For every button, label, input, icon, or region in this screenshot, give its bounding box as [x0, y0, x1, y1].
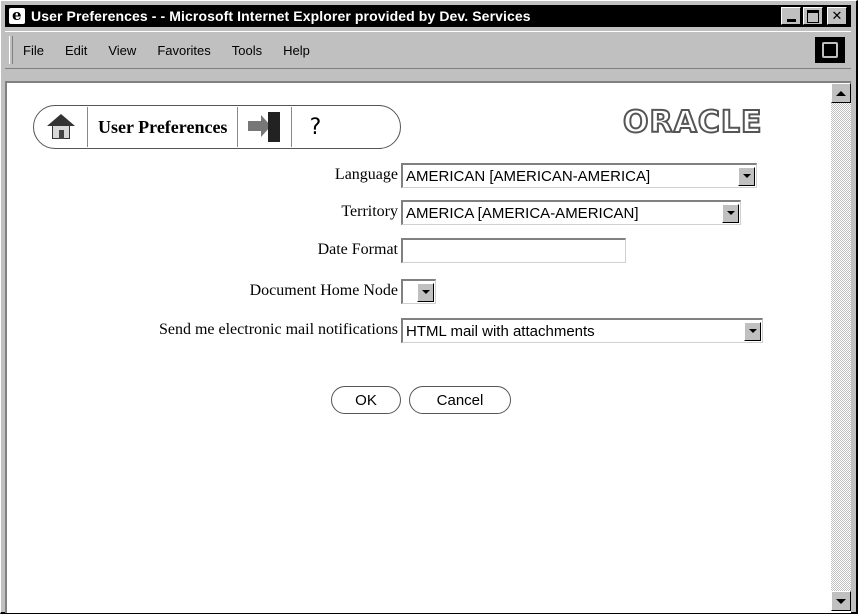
browser-window: User Preferences - - Microsoft Internet … [0, 0, 858, 614]
minimize-button[interactable] [781, 7, 801, 25]
windows-logo-icon [815, 37, 845, 63]
help-button[interactable]: ? [292, 107, 338, 147]
menu-tools[interactable]: Tools [230, 41, 264, 60]
mail-notifications-label: Send me electronic mail notifications [158, 321, 398, 338]
home-icon [46, 114, 75, 140]
vertical-scrollbar[interactable] [831, 83, 851, 611]
mail-notifications-row: Send me electronic mail notifications [7, 318, 398, 344]
date-format-label: Date Format [317, 241, 398, 258]
territory-value: AMERICA [AMERICA-AMERICAN] [406, 204, 639, 222]
chevron-down-icon[interactable] [738, 166, 755, 186]
language-select[interactable]: AMERICAN [AMERICAN-AMERICA] [401, 163, 757, 188]
menu-edit[interactable]: Edit [63, 41, 89, 60]
arrow-up-icon [836, 90, 846, 96]
menu-bar: File Edit View Favorites Tools Help [5, 31, 851, 69]
close-button[interactable]: ✕ [827, 7, 847, 25]
chevron-down-icon[interactable] [417, 282, 434, 302]
menu-view[interactable]: View [106, 41, 138, 60]
scroll-down-button[interactable] [831, 591, 851, 611]
territory-row: Territory [7, 200, 398, 226]
mail-notifications-value: HTML mail with attachments [406, 322, 595, 340]
document-home-node-row: Document Home Node [7, 279, 398, 305]
ie-icon [9, 6, 25, 24]
menu-favorites[interactable]: Favorites [155, 41, 212, 60]
title-bar: User Preferences - - Microsoft Internet … [5, 5, 851, 27]
window-controls: ✕ [781, 7, 847, 25]
home-button[interactable] [34, 107, 88, 147]
page-content: User Preferences ? ORACLE Language AMERI… [5, 81, 851, 613]
menu-grip [9, 36, 13, 64]
date-format-row: Date Format [7, 238, 398, 264]
language-value: AMERICAN [AMERICAN-AMERICA] [406, 167, 651, 185]
ok-button[interactable]: OK [331, 386, 401, 414]
document-home-node-label: Document Home Node [249, 282, 398, 299]
oracle-logo: ORACLE [622, 104, 763, 141]
territory-label: Territory [341, 203, 398, 220]
global-toolbar: User Preferences ? [33, 105, 401, 149]
mail-notifications-select[interactable]: HTML mail with attachments [401, 318, 763, 343]
chevron-down-icon[interactable] [722, 203, 739, 223]
arrow-down-icon [836, 598, 846, 604]
language-label: Language [334, 166, 398, 183]
scroll-up-button[interactable] [831, 83, 851, 103]
territory-select[interactable]: AMERICA [AMERICA-AMERICAN] [401, 200, 741, 225]
cancel-button[interactable]: Cancel [409, 386, 511, 414]
exit-button[interactable] [238, 107, 293, 147]
window-title: User Preferences - - Microsoft Internet … [31, 8, 531, 24]
maximize-button[interactable] [803, 7, 823, 25]
date-format-field[interactable] [401, 238, 626, 263]
menu-file[interactable]: File [21, 41, 46, 60]
language-row: Language [7, 163, 398, 189]
menu-help[interactable]: Help [281, 41, 312, 60]
page-title: User Preferences [88, 107, 239, 147]
document-home-node-select[interactable] [401, 279, 436, 304]
exit-icon [247, 112, 282, 142]
chevron-down-icon[interactable] [744, 321, 761, 341]
